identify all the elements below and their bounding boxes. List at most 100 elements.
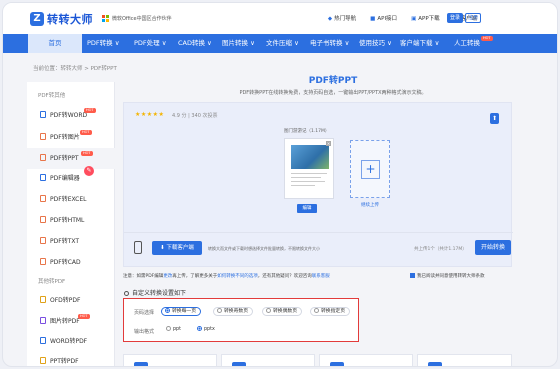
agree-checkbox[interactable]: 我已阅读并同意使用转转大师条款	[410, 273, 485, 279]
html-icon	[40, 216, 46, 223]
file-count: 共上传1个（共计1.17M）	[414, 247, 467, 252]
page-option-all[interactable]: 转换每一页	[161, 307, 201, 316]
sidebar-item-image-to-pdf[interactable]: 图片转PDF HOT	[27, 311, 115, 332]
nav-cad-convert[interactable]: CAD转换 ∨	[178, 34, 212, 53]
format-option-ppt[interactable]: ppt	[163, 326, 185, 335]
notice-link[interactable]: 更改	[163, 274, 172, 279]
add-file-box[interactable]: +	[350, 140, 390, 198]
notice-text: 注意：如需PDF编辑更改再上传，了解更多关于如何转换不同的选项，还有其他疑问？欢…	[123, 274, 330, 279]
top-header: Z 转转大师 微软Office中国区合作伙伴 ◆ 热门导航 ■ API接口 ▣ APP…	[3, 3, 557, 34]
cad-icon	[40, 258, 46, 265]
hot-badge: HOT	[80, 130, 92, 135]
file-name: 图门游游记（1.17M）	[284, 129, 330, 134]
nav-tips[interactable]: 使用技巧 ∨	[359, 34, 392, 53]
contact-link[interactable]: 联系客服	[312, 274, 330, 279]
download-client-button[interactable]: ⬇ 下载客户端	[152, 241, 202, 255]
format-option-pptx[interactable]: pptx	[194, 326, 219, 335]
thumbnail-text-line	[291, 177, 321, 178]
divider	[124, 232, 513, 233]
api-icon: ■	[370, 16, 376, 22]
settings-icon	[124, 291, 129, 296]
folder-icon	[330, 362, 344, 366]
main-nav: 首页 PDF转换 ∨ PDF处理 ∨ CAD转换 ∨ 图片转换 ∨ 文件压缩 ∨…	[3, 34, 557, 53]
sidebar-item-pdf-editor[interactable]: PDF编辑器	[27, 168, 115, 189]
radio-icon	[314, 308, 319, 313]
sidebar-item-word-to-pdf[interactable]: WORD转PDF	[27, 331, 115, 352]
continue-upload-label[interactable]: 继续上传	[350, 202, 390, 208]
page-option-odd[interactable]: 转换奇数页	[213, 307, 253, 316]
thumbnail-image	[291, 145, 329, 169]
radio-icon	[166, 326, 171, 331]
feature-card[interactable]	[417, 354, 512, 366]
thumbnail-text-line	[291, 185, 315, 186]
logo[interactable]: Z 转转大师	[30, 11, 93, 27]
editor-fab-icon[interactable]: ✎	[84, 166, 94, 176]
breadcrumb: 当前位置：转转大师 > PDF转PPT	[33, 66, 117, 72]
word-icon	[40, 111, 46, 118]
feature-card[interactable]	[319, 354, 413, 366]
conversion-options-box: 页码选择 转换每一页 转换奇数页 转换偶数页 转换指定页 输出格式 ppt pp…	[123, 298, 359, 342]
top-link-hot[interactable]: ◆ 热门导航	[328, 14, 356, 22]
notice-link[interactable]: 如何转换不同的选项	[217, 274, 258, 279]
sidebar-item-pdf-to-txt[interactable]: PDF转TXT	[27, 231, 115, 252]
sidebar-item-ppt-to-pdf[interactable]: PPT转PDF	[27, 351, 115, 366]
sidebar-item-pdf-to-excel[interactable]: PDF转EXCEL	[27, 189, 115, 210]
hot-badge: HOT	[78, 314, 90, 319]
thumbnail-text-line	[291, 181, 325, 182]
nav-client-download[interactable]: 客户端下载 ∨	[400, 34, 439, 53]
sidebar-item-pdf-to-cad[interactable]: PDF转CAD	[27, 252, 115, 273]
file-thumbnail: ×	[284, 138, 334, 199]
edit-button[interactable]: 编辑	[297, 204, 317, 213]
remove-file-icon[interactable]: ×	[326, 141, 331, 146]
sidebar-section-title: 其他转PDF	[38, 279, 66, 285]
microsoft-icon	[102, 15, 109, 22]
upload-corner-icon[interactable]: ⬆	[490, 113, 499, 124]
feature-card[interactable]	[221, 354, 315, 366]
nav-ebook-convert[interactable]: 电子书转换 ∨	[310, 34, 349, 53]
word-icon	[40, 337, 46, 344]
txt-icon	[40, 237, 46, 244]
login-button[interactable]: 登录	[447, 13, 463, 23]
feature-card[interactable]	[123, 354, 217, 366]
plus-icon: +	[361, 160, 380, 179]
custom-settings-title: 自定义转换设置如下	[124, 288, 186, 297]
sidebar-item-pdf-to-html[interactable]: PDF转HTML	[27, 210, 115, 231]
nav-pdf-process[interactable]: PDF处理 ∨	[134, 34, 167, 53]
top-link-api[interactable]: ■ API接口	[370, 14, 397, 22]
radio-icon	[217, 308, 222, 313]
output-format-label: 输出格式	[134, 329, 155, 335]
logo-icon: Z	[30, 12, 44, 26]
page-select-label: 页码选择	[134, 310, 155, 316]
ppt-icon	[40, 154, 46, 161]
nav-manual-convert[interactable]: 人工转换	[454, 34, 480, 53]
page-subtitle: PDF转换PPT在线转换免费，支持页码自选，一键输出PPT/PPTX两种格式演示…	[239, 90, 427, 96]
sidebar: PDF转其他 PDF转WORD HOT PDF转图片 HOT PDF转PPT HOT …	[27, 82, 115, 366]
sidebar-item-pdf-to-ppt[interactable]: PDF转PPT HOT	[27, 148, 115, 169]
logo-text: 转转大师	[47, 13, 93, 26]
nav-file-compress[interactable]: 文件压缩 ∨	[266, 34, 299, 53]
checkbox-icon	[410, 273, 415, 278]
start-convert-button[interactable]: 开始转换	[475, 240, 511, 255]
nav-image-convert[interactable]: 图片转换 ∨	[222, 34, 255, 53]
ppt-icon	[40, 357, 46, 364]
image-icon	[40, 317, 46, 324]
rating-stars: ★★★★★	[135, 111, 165, 118]
page-option-custom[interactable]: 转换指定页	[310, 307, 350, 316]
edit-icon	[40, 174, 46, 181]
folder-icon	[232, 362, 246, 366]
nav-home[interactable]: 首页	[28, 34, 82, 53]
nav-hot-badge: HOT	[481, 36, 493, 41]
top-link-app[interactable]: ▣ APP下载	[411, 14, 440, 22]
radio-icon	[266, 308, 271, 313]
partner-text: 微软Office中国区合作伙伴	[112, 16, 172, 22]
page-title: PDF转PPT	[308, 76, 358, 86]
sidebar-item-pdf-to-image[interactable]: PDF转图片 HOT	[27, 127, 115, 148]
folder-icon	[428, 362, 442, 366]
sidebar-item-pdf-to-word[interactable]: PDF转WORD HOT	[27, 105, 115, 126]
nav-pdf-convert[interactable]: PDF转换 ∨	[87, 34, 120, 53]
excel-icon	[40, 195, 46, 202]
sidebar-item-ofd-to-pdf[interactable]: OFD转PDF	[27, 290, 115, 311]
page-option-even[interactable]: 转换偶数页	[262, 307, 302, 316]
register-button[interactable]: 注册	[465, 13, 481, 23]
image-icon	[40, 133, 46, 140]
